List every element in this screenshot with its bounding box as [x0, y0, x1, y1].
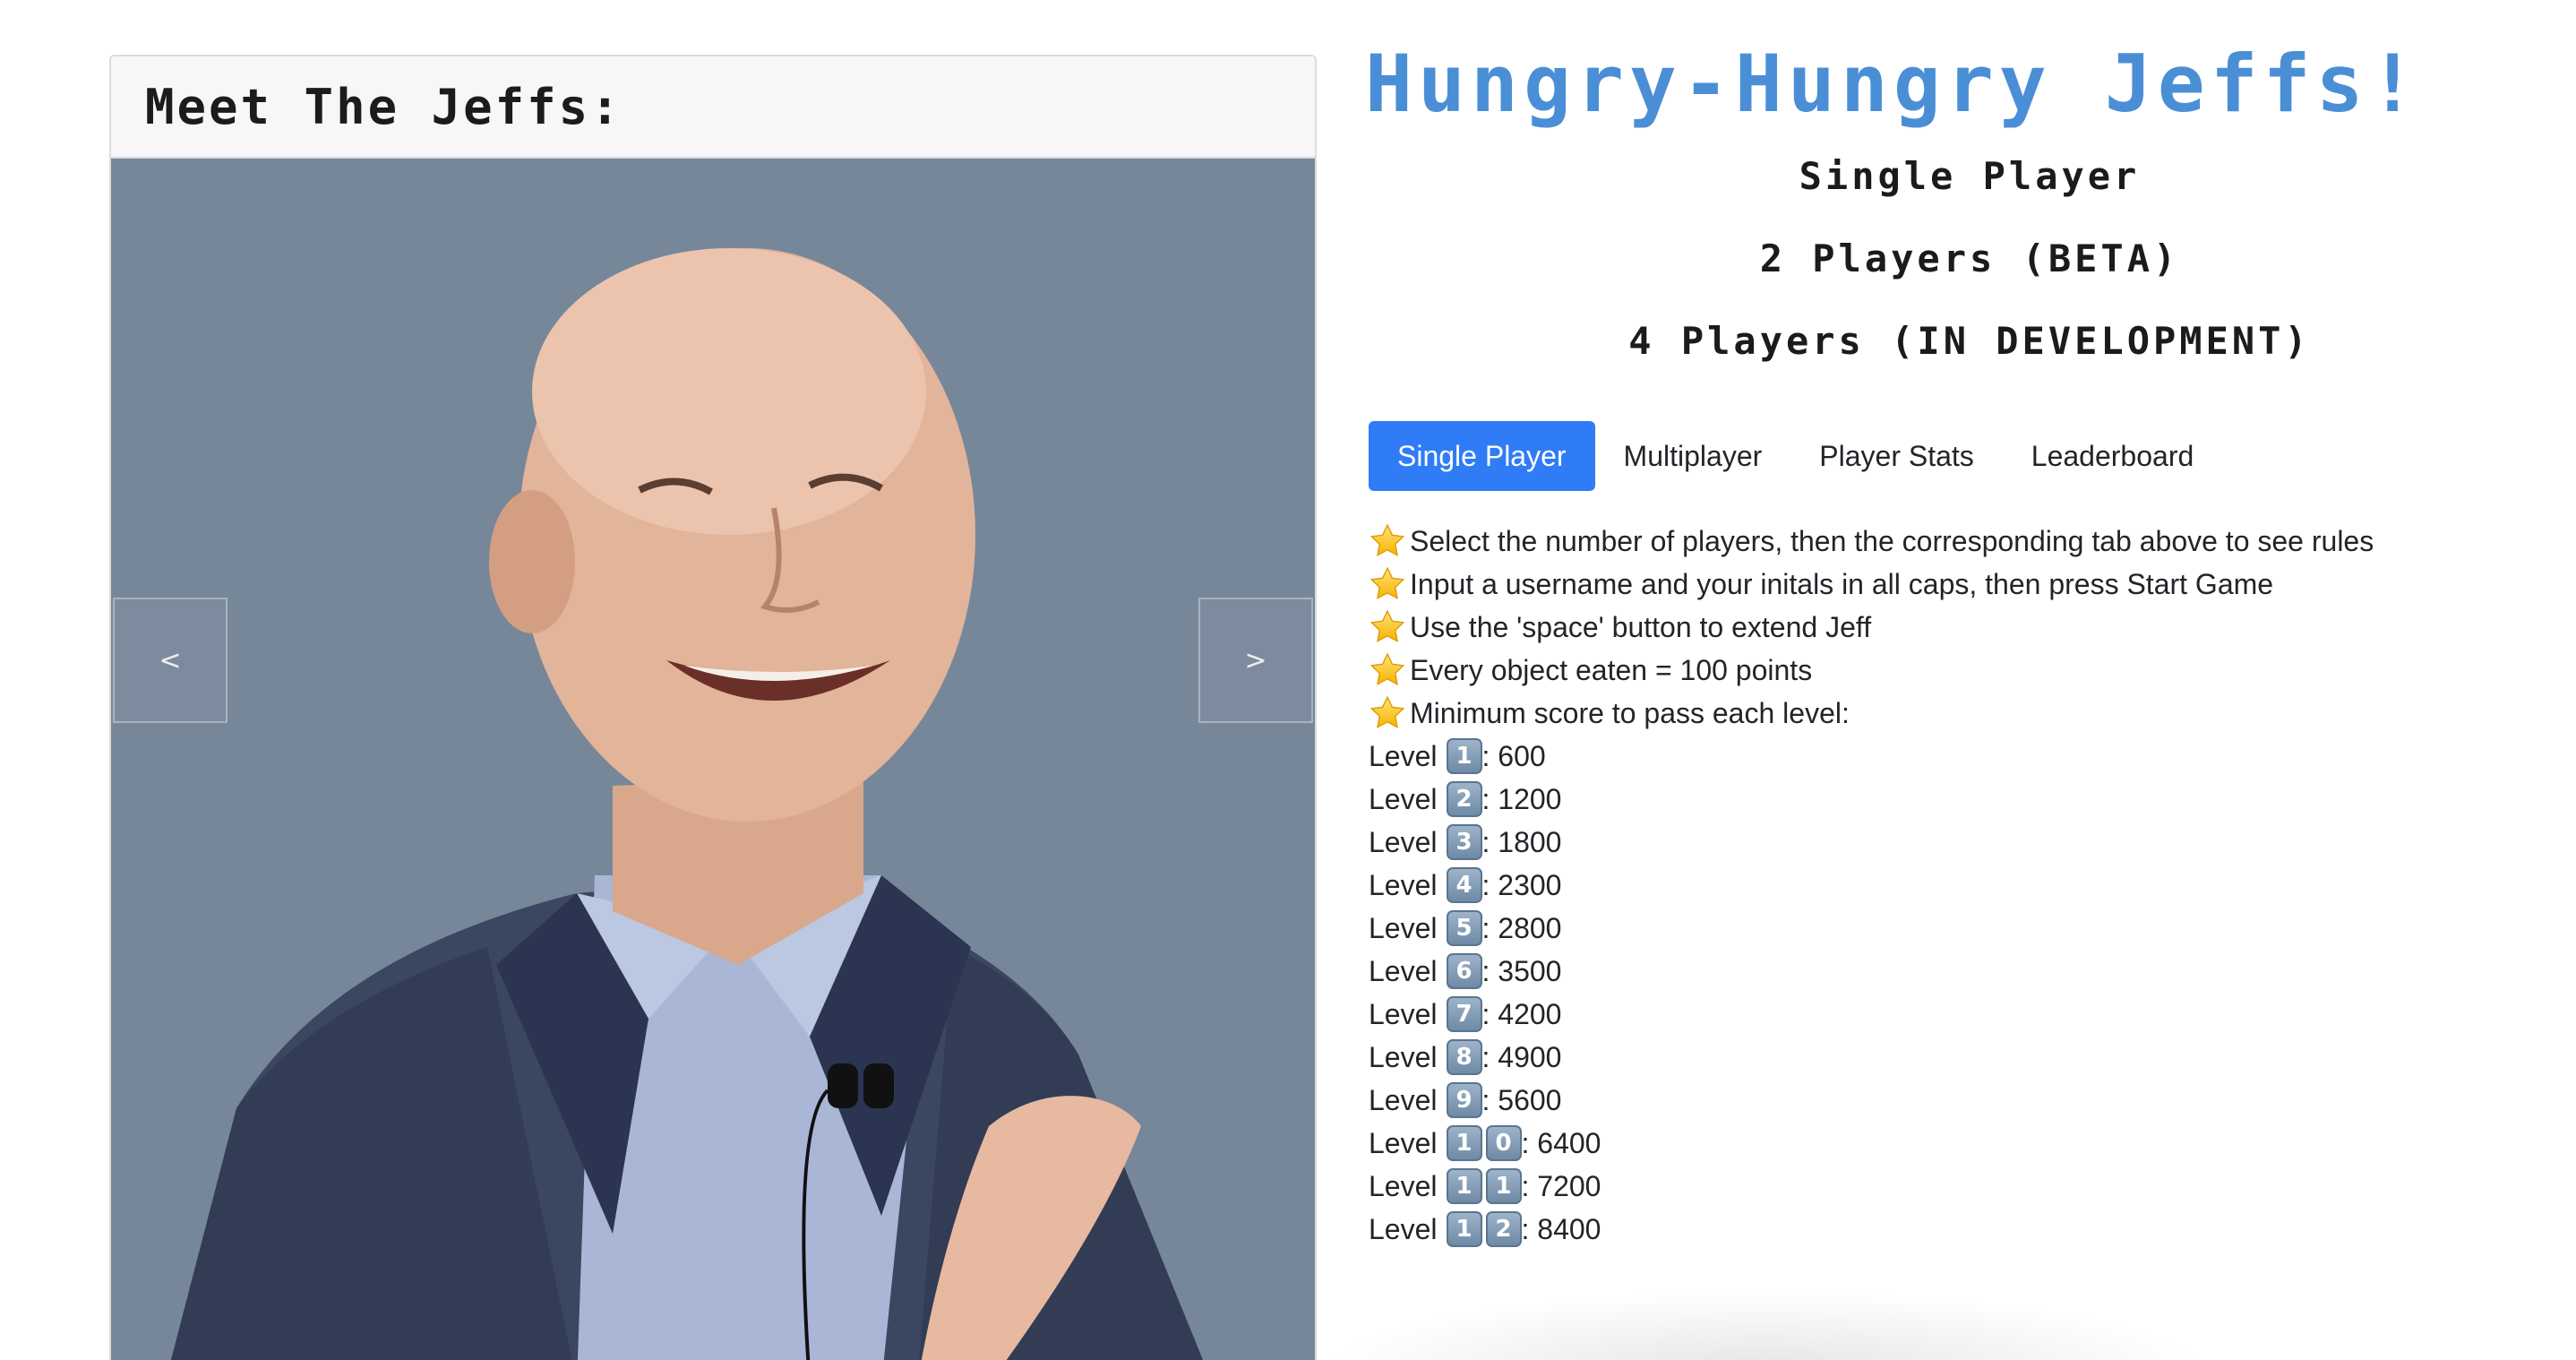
level-min-score: : 7200 [1521, 1170, 1601, 1202]
keycap-digit-icon: 7 [1446, 996, 1482, 1032]
jeff-photo [171, 248, 1203, 1360]
level-label: Level [1369, 740, 1438, 772]
keycap-digit-icon: 1 [1485, 1168, 1522, 1204]
mode-four-players[interactable]: 4 Players (IN DEVELOPMENT) [1365, 319, 2574, 363]
level-item: Level 1: 600 [1369, 735, 2374, 778]
level-number: 4 [1443, 867, 1482, 903]
level-item: Level 7: 4200 [1369, 993, 2374, 1036]
keycap-digit-icon: 4 [1446, 867, 1482, 903]
level-label: Level [1369, 869, 1438, 901]
tab-single-player[interactable]: Single Player [1369, 421, 1595, 491]
level-min-score: : 4200 [1481, 998, 1562, 1030]
level-label: Level [1369, 783, 1438, 815]
carousel-prev-button[interactable]: < [113, 598, 228, 723]
rule-text: Use the 'space' button to extend Jeff [1410, 611, 1872, 643]
mode-single-player[interactable]: Single Player [1365, 154, 2574, 198]
chevron-right-icon: > [1244, 644, 1267, 676]
level-label: Level [1369, 998, 1438, 1030]
level-number: 3 [1443, 824, 1482, 860]
level-min-score: : 1800 [1481, 826, 1562, 858]
level-item: Level 8: 4900 [1369, 1036, 2374, 1079]
level-item: Level 4: 2300 [1369, 864, 2374, 907]
rule-item: Input a username and your initals in all… [1369, 563, 2374, 606]
level-label: Level [1369, 1041, 1438, 1073]
level-min-score: : 1200 [1481, 783, 1562, 815]
level-min-score: : 3500 [1481, 955, 1562, 987]
rule-item: Use the 'space' button to extend Jeff [1369, 606, 2374, 649]
keycap-digit-icon: 2 [1446, 781, 1482, 817]
star-icon [1369, 565, 1410, 603]
shadow-decoration [1317, 1290, 2212, 1360]
level-min-score: : 600 [1481, 740, 1546, 772]
level-number: 9 [1443, 1082, 1482, 1118]
level-label: Level [1369, 955, 1438, 987]
chevron-left-icon: < [159, 644, 182, 676]
level-item: Level 1 1: 7200 [1369, 1165, 2374, 1208]
star-icon [1369, 694, 1410, 732]
keycap-digit-icon: 1 [1446, 1125, 1482, 1161]
keycap-digit-icon: 8 [1446, 1039, 1482, 1075]
level-number: 12 [1443, 1211, 1522, 1247]
level-label: Level [1369, 1213, 1438, 1245]
level-number: 5 [1443, 910, 1482, 946]
jeff-carousel: < > [111, 159, 1315, 1360]
tab-player-stats[interactable]: Player Stats [1790, 421, 2003, 491]
mode-two-players[interactable]: 2 Players (BETA) [1365, 237, 2574, 280]
level-label: Level [1369, 826, 1438, 858]
keycap-digit-icon: 0 [1485, 1125, 1522, 1161]
level-item: Level 9: 5600 [1369, 1079, 2374, 1122]
rule-item: Select the number of players, then the c… [1369, 520, 2374, 563]
tab-multiplayer[interactable]: Multiplayer [1595, 421, 1791, 491]
keycap-digit-icon: 1 [1446, 1211, 1482, 1247]
level-min-score: : 6400 [1521, 1127, 1601, 1159]
level-item: Level 2: 1200 [1369, 778, 2374, 821]
rule-text: Every object eaten = 100 points [1410, 654, 1813, 686]
tab-leaderboard[interactable]: Leaderboard [2003, 421, 2222, 491]
rule-text: Minimum score to pass each level: [1410, 697, 1850, 729]
level-item: Level 6: 3500 [1369, 950, 2374, 993]
level-min-score: : 2800 [1481, 912, 1562, 944]
keycap-digit-icon: 5 [1446, 910, 1482, 946]
level-label: Level [1369, 1084, 1438, 1116]
keycap-digit-icon: 1 [1446, 1168, 1482, 1204]
level-number: 2 [1443, 781, 1482, 817]
level-item: Level 5: 2800 [1369, 907, 2374, 950]
star-icon [1369, 522, 1410, 560]
rule-text: Select the number of players, then the c… [1410, 525, 2374, 557]
keycap-digit-icon: 9 [1446, 1082, 1482, 1118]
level-min-score: : 4900 [1481, 1041, 1562, 1073]
level-min-score: : 5600 [1481, 1084, 1562, 1116]
tab-bar: Single Player Multiplayer Player Stats L… [1369, 421, 2222, 491]
star-icon [1369, 651, 1410, 689]
level-number: 10 [1443, 1125, 1522, 1161]
level-min-score: : 8400 [1521, 1213, 1601, 1245]
rule-item: Minimum score to pass each level: [1369, 692, 2374, 735]
rules-list: Select the number of players, then the c… [1369, 520, 2374, 1251]
level-label: Level [1369, 1127, 1438, 1159]
star-icon [1369, 608, 1410, 646]
keycap-digit-icon: 1 [1446, 738, 1482, 774]
level-number: 8 [1443, 1039, 1482, 1075]
level-item: Level 1 0: 6400 [1369, 1122, 2374, 1165]
level-label: Level [1369, 912, 1438, 944]
level-label: Level [1369, 1170, 1438, 1202]
level-min-score: : 2300 [1481, 869, 1562, 901]
level-item: Level 3: 1800 [1369, 821, 2374, 864]
meet-the-jeffs-card: Meet The Jeffs: < > [109, 55, 1317, 1360]
card-title: Meet The Jeffs: [111, 56, 1315, 159]
keycap-digit-icon: 3 [1446, 824, 1482, 860]
keycap-digit-icon: 2 [1485, 1211, 1522, 1247]
level-number: 7 [1443, 996, 1482, 1032]
carousel-next-button[interactable]: > [1198, 598, 1313, 723]
game-title: Hungry-Hungry Jeffs! [1365, 38, 2422, 130]
level-item: Level 1 2: 8400 [1369, 1208, 2374, 1251]
keycap-digit-icon: 6 [1446, 953, 1482, 989]
level-number: 6 [1443, 953, 1482, 989]
rule-item: Every object eaten = 100 points [1369, 649, 2374, 692]
page: Meet The Jeffs: < > Hungry-Hungry Jeffs!… [0, 0, 2576, 1360]
rule-text: Input a username and your initals in all… [1410, 568, 2274, 600]
level-number: 11 [1443, 1168, 1522, 1204]
level-number: 1 [1443, 738, 1482, 774]
